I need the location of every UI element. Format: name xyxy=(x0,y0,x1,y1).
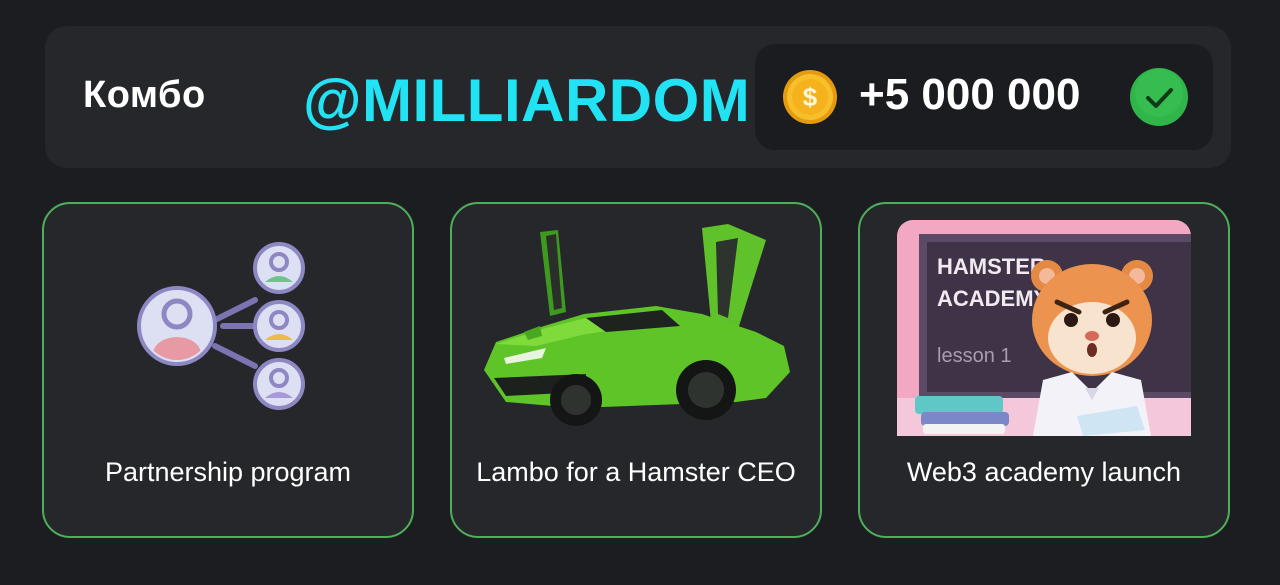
dollar-coin-icon: $ xyxy=(783,70,837,124)
combo-card-academy[interactable]: HAMSTER ACADEMY lesson 1 Web3 academy la… xyxy=(858,202,1230,538)
board-line-3: lesson 1 xyxy=(937,345,1012,367)
partnership-network-icon xyxy=(137,242,305,410)
checkmark-icon xyxy=(1130,68,1188,126)
card-label: Lambo for a Hamster CEO xyxy=(476,457,796,487)
svg-text:$: $ xyxy=(803,82,818,112)
combo-header: Комбо @MILLIARDOM $ +5 000 000 xyxy=(45,26,1231,168)
board-line-2: ACADEMY xyxy=(937,286,1049,311)
hamster-academy-image: HAMSTER ACADEMY lesson 1 xyxy=(897,220,1191,436)
card-label: Web3 academy launch xyxy=(906,457,1182,487)
channel-watermark: @MILLIARDOM xyxy=(303,67,751,134)
board-line-1: HAMSTER xyxy=(937,254,1046,279)
reward-box: $ +5 000 000 xyxy=(755,44,1213,150)
combo-card-partnership[interactable]: Partnership program xyxy=(42,202,414,538)
combo-card-lambo[interactable]: Lambo for a Hamster CEO xyxy=(450,202,822,538)
combo-title: Комбо xyxy=(83,74,206,116)
reward-value: +5 000 000 xyxy=(859,70,1081,119)
card-label: Partnership program xyxy=(104,457,352,487)
green-lamborghini-image xyxy=(484,224,790,426)
